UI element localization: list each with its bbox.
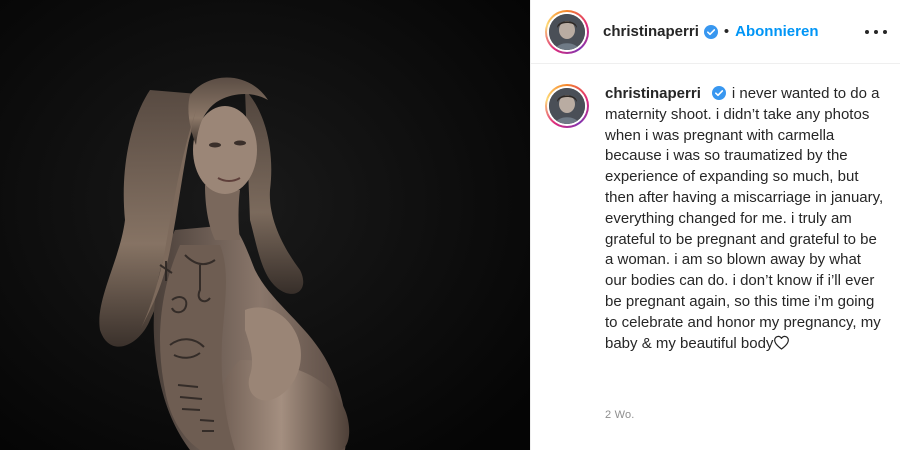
verified-badge-icon [703, 24, 718, 39]
caption-username[interactable]: christinaperri [605, 85, 701, 102]
instagram-post: christinaperri • Abonnieren christinaper… [0, 0, 900, 450]
avatar-image [549, 13, 585, 50]
caption-comment: christinaperri i never wanted to do a ma… [531, 84, 900, 354]
post-timestamp[interactable]: 2 Wo. [605, 409, 635, 421]
author-avatar[interactable] [545, 9, 589, 54]
caption-text-block: christinaperri i never wanted to do a ma… [605, 84, 885, 354]
maternity-portrait-image [0, 0, 530, 450]
follow-button[interactable]: Abonnieren [735, 23, 818, 40]
caption-text: i never wanted to do a maternity shoot. … [605, 85, 884, 352]
post-header: christinaperri • Abonnieren [531, 0, 900, 64]
author-username[interactable]: christinaperri [603, 23, 699, 40]
verified-badge-icon [711, 86, 726, 100]
post-photo[interactable] [0, 0, 530, 450]
avatar-image [549, 88, 585, 124]
more-horizontal-icon[interactable] [865, 22, 887, 42]
post-side-panel: christinaperri • Abonnieren christinaper… [530, 0, 900, 450]
separator-dot: • [723, 23, 730, 40]
heart-outline-icon [774, 335, 790, 350]
caption-author-avatar[interactable] [545, 84, 589, 128]
